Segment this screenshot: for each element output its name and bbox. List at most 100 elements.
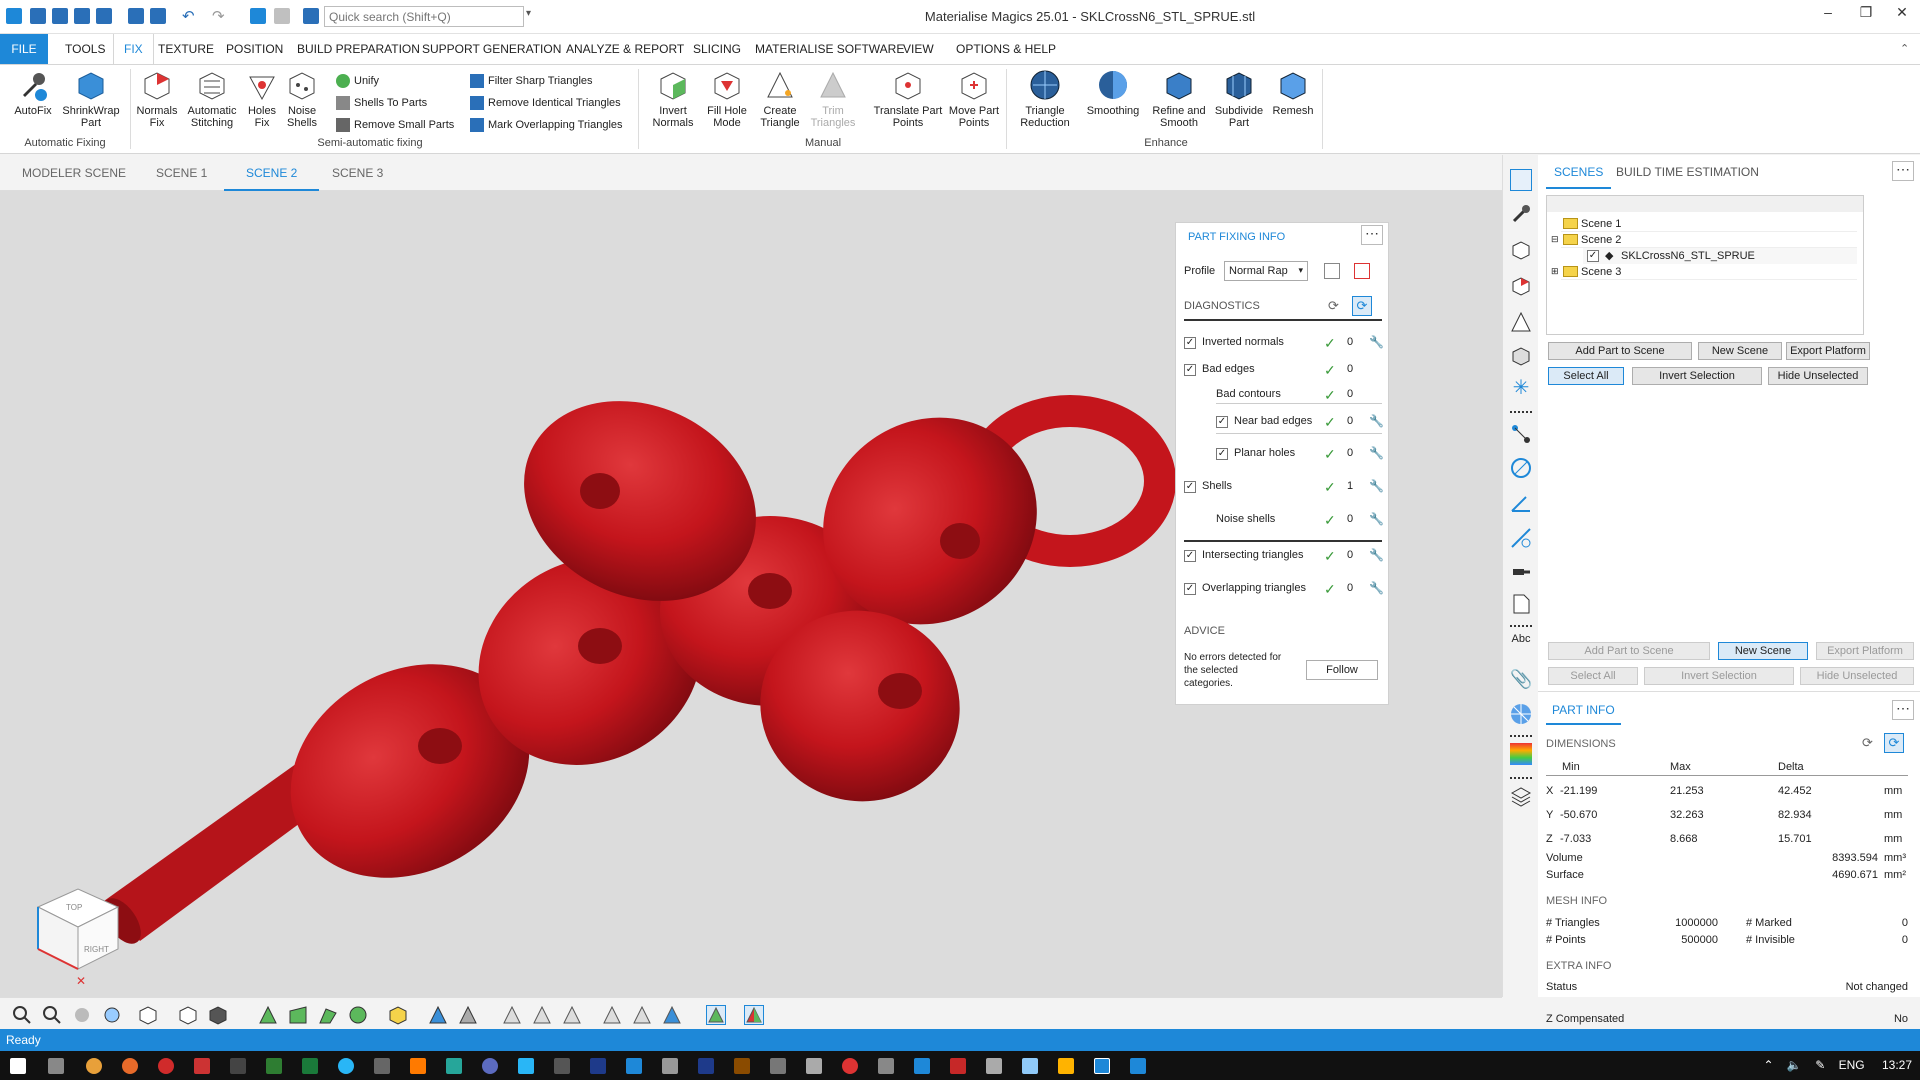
part-info-icon[interactable] bbox=[1510, 239, 1532, 261]
word-icon[interactable] bbox=[626, 1058, 642, 1074]
diag-near-bad-edges[interactable]: ✓ Near bad edges ✓ 0 🔧 bbox=[1184, 413, 1384, 433]
bridge-icon[interactable] bbox=[734, 1058, 750, 1074]
tab-support-generation[interactable]: SUPPORT GENERATION bbox=[412, 34, 571, 64]
hide-unselected-button-2[interactable]: Hide Unselected bbox=[1800, 667, 1914, 685]
unmark-icon[interactable] bbox=[458, 1005, 478, 1025]
select-all-button[interactable]: Select All bbox=[1548, 367, 1624, 385]
app-icon-18[interactable] bbox=[1022, 1058, 1038, 1074]
tab-position[interactable]: POSITION bbox=[216, 34, 293, 64]
app-logo-icon[interactable] bbox=[6, 8, 22, 24]
move-part-points-button[interactable]: Move Part Points bbox=[942, 69, 1006, 129]
tab-tools[interactable]: TOOLS bbox=[55, 34, 115, 64]
holes-fix-button[interactable]: Holes Fix bbox=[244, 69, 280, 129]
invert-selection-button[interactable]: Invert Selection bbox=[1632, 367, 1762, 385]
wireframe-icon[interactable] bbox=[502, 1005, 522, 1025]
photoshop-icon[interactable] bbox=[590, 1058, 606, 1074]
hide-unselected-button[interactable]: Hide Unselected bbox=[1768, 367, 1868, 385]
deselect-icon[interactable] bbox=[274, 8, 290, 24]
shrinkwrap-part-button[interactable]: ShrinkWrap Part bbox=[60, 69, 122, 129]
refine-and-smooth-button[interactable]: Refine and Smooth bbox=[1148, 69, 1210, 129]
triangle-tool-icon[interactable] bbox=[1510, 311, 1532, 333]
rotate-icon[interactable] bbox=[102, 1005, 122, 1025]
tab-slicing[interactable]: SLICING bbox=[683, 34, 751, 64]
diag-planar-holes[interactable]: ✓ Planar holes ✓ 0 🔧 bbox=[1184, 445, 1384, 465]
diag-intersecting-triangles[interactable]: ✓ Intersecting triangles ✓ 0 🔧 bbox=[1184, 547, 1384, 567]
app-icon-12[interactable] bbox=[806, 1058, 822, 1074]
tray-chevron-icon[interactable]: ⌃ bbox=[1764, 1058, 1774, 1072]
grid-icon[interactable] bbox=[1510, 703, 1532, 725]
tab-analyze-report[interactable]: ANALYZE & REPORT bbox=[556, 34, 694, 64]
app-icon-17[interactable] bbox=[986, 1058, 1002, 1074]
tab-build-preparation[interactable]: BUILD PREPARATION bbox=[287, 34, 430, 64]
settings-icon[interactable] bbox=[303, 8, 319, 24]
wrench-icon[interactable]: 🔧 bbox=[1369, 414, 1384, 428]
wrench-icon[interactable]: 🔧 bbox=[1369, 548, 1384, 562]
tab-scenes[interactable]: SCENES bbox=[1546, 155, 1612, 189]
pen-icon[interactable]: ✎ bbox=[1815, 1058, 1825, 1072]
snowflake-icon[interactable]: ✳ bbox=[1510, 377, 1532, 399]
part-info-more-button[interactable]: ⋯ bbox=[1892, 700, 1914, 720]
subdivide-part-button[interactable]: Subdivide Part bbox=[1212, 69, 1266, 129]
measure-angle-icon[interactable] bbox=[1510, 491, 1532, 513]
wrench-icon[interactable]: 🔧 bbox=[1369, 446, 1384, 460]
minimize-button[interactable]: – bbox=[1816, 4, 1840, 24]
remove-small-parts-button[interactable]: Remove Small Parts bbox=[334, 115, 454, 135]
layers-icon[interactable] bbox=[1510, 785, 1532, 807]
measure-circle-icon[interactable] bbox=[1510, 457, 1532, 479]
maximize-button[interactable]: ❐ bbox=[1854, 4, 1878, 24]
tree-part-sklcross[interactable]: ✓ ◆ SKLCrossN6_STL_SPRUE bbox=[1583, 248, 1857, 264]
app-icon-7[interactable] bbox=[482, 1058, 498, 1074]
mark-overlapping-triangles-button[interactable]: Mark Overlapping Triangles bbox=[468, 115, 623, 135]
follow-button[interactable]: Follow bbox=[1306, 660, 1378, 680]
excel-icon[interactable] bbox=[302, 1058, 318, 1074]
select-plane-icon[interactable] bbox=[288, 1005, 308, 1025]
tab-file[interactable]: FILE bbox=[0, 34, 48, 64]
spellcheck-icon[interactable]: Abc bbox=[1510, 633, 1532, 655]
panel-more-button[interactable]: ⋯ bbox=[1892, 161, 1914, 181]
auto-update-icon[interactable]: ⟳ bbox=[1352, 296, 1372, 316]
quick-access-dropdown-icon[interactable]: ▾ bbox=[526, 8, 531, 19]
checkbox[interactable]: ✓ bbox=[1216, 416, 1228, 428]
mesh-tool-icon[interactable] bbox=[1510, 345, 1532, 367]
document-icon[interactable] bbox=[1510, 593, 1532, 615]
collapse-icon[interactable]: ⊟ bbox=[1551, 234, 1559, 245]
triangle-reduction-button[interactable]: Triangle Reduction bbox=[1016, 69, 1074, 129]
diag-shells[interactable]: ✓ Shells ✓ 1 🔧 bbox=[1184, 478, 1384, 498]
create-triangle-button[interactable]: Create Triangle bbox=[756, 69, 804, 129]
new-scene-button-2[interactable]: New Scene bbox=[1718, 642, 1808, 660]
app-icon-4[interactable] bbox=[338, 1058, 354, 1074]
tab-part-info[interactable]: PART INFO bbox=[1546, 695, 1621, 725]
zoom-icon[interactable] bbox=[12, 1005, 32, 1025]
view-cube[interactable]: TOP RIGHT bbox=[28, 871, 128, 981]
profile-settings-icon[interactable] bbox=[1324, 263, 1340, 279]
translate-part-points-button[interactable]: Translate Part Points bbox=[868, 69, 948, 129]
open-file-icon[interactable] bbox=[52, 8, 68, 24]
tab-view[interactable]: VIEW bbox=[893, 34, 944, 64]
checkbox[interactable]: ✓ bbox=[1587, 250, 1599, 262]
fill-hole-mode-button[interactable]: Fill Hole Mode bbox=[702, 69, 752, 129]
edges-icon[interactable] bbox=[562, 1005, 582, 1025]
diag-noise-shells[interactable]: Noise shells ✓ 0 🔧 bbox=[1184, 511, 1384, 531]
tab-options-help[interactable]: OPTIONS & HELP bbox=[946, 34, 1066, 64]
invert-selection-button-2[interactable]: Invert Selection bbox=[1644, 667, 1794, 685]
clock[interactable]: 13:27 bbox=[1882, 1058, 1912, 1072]
shells-to-parts-button[interactable]: Shells To Parts bbox=[334, 93, 427, 113]
app-icon-9[interactable] bbox=[554, 1058, 570, 1074]
invert-normals-button[interactable]: Invert Normals bbox=[648, 69, 698, 129]
firefox-icon[interactable] bbox=[122, 1058, 138, 1074]
wrench-icon[interactable]: 🔧 bbox=[1369, 581, 1384, 595]
checkbox[interactable]: ✓ bbox=[1216, 448, 1228, 460]
select-surface-icon[interactable] bbox=[318, 1005, 338, 1025]
remove-identical-triangles-button[interactable]: Remove Identical Triangles bbox=[468, 93, 621, 113]
refresh-icon[interactable]: ⟳ bbox=[1862, 735, 1873, 751]
select-mode-icon[interactable] bbox=[250, 8, 266, 24]
new-scene-button[interactable]: New Scene bbox=[1698, 342, 1782, 360]
app-icon-16[interactable] bbox=[950, 1058, 966, 1074]
checkbox[interactable]: ✓ bbox=[1184, 364, 1196, 376]
diag-overlapping-triangles[interactable]: ✓ Overlapping triangles ✓ 0 🔧 bbox=[1184, 580, 1384, 600]
pan-icon[interactable] bbox=[72, 1005, 92, 1025]
trim-triangles-button[interactable]: Trim Triangles bbox=[808, 69, 858, 129]
shading-icon[interactable] bbox=[662, 1005, 682, 1025]
tab-scene-2[interactable]: SCENE 2 bbox=[224, 155, 320, 191]
save-icon[interactable] bbox=[74, 8, 90, 24]
